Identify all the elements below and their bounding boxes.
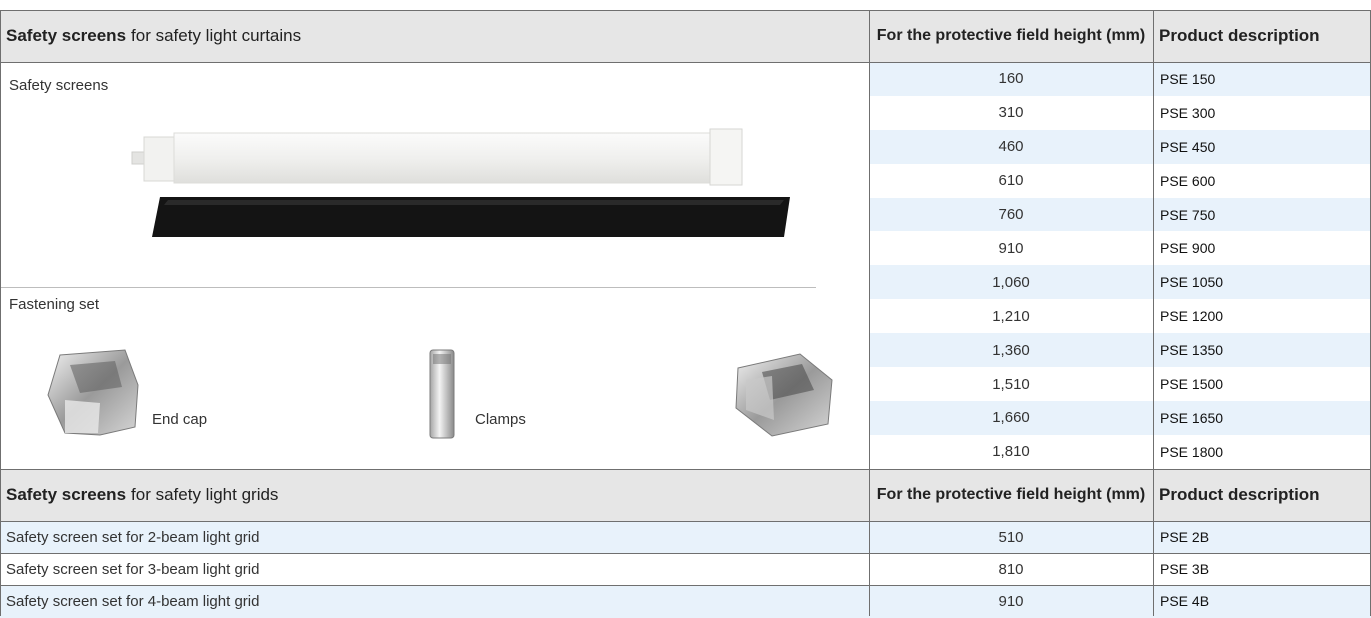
height-cell: 910 [869,585,1153,618]
description-cell: PSE 4B [1153,585,1371,618]
description-cell: PSE 1350 [1153,333,1371,368]
height-cell: 160 [869,62,1153,96]
section2-header-title: Safety screens for safety light grids [0,469,869,521]
section1-col-height-header: For the protective field height (mm) [869,10,1153,62]
grid-line [869,10,870,616]
section1-header-title: Safety screens for safety light curtains [0,10,869,62]
grid-line [0,469,1371,470]
end-cap-right-image [735,353,833,437]
section2-col-height-header: For the protective field height (mm) [869,469,1153,521]
description-cell: PSE 450 [1153,129,1371,164]
height-cell: 310 [869,95,1153,130]
label-clamps: Clamps [475,411,526,428]
section1-title-bold: Safety screens [6,26,127,45]
label-cell: Safety screen set for 4-beam light grid [0,585,869,618]
description-cell: PSE 2B [1153,521,1371,554]
height-cell: 510 [869,521,1153,554]
height-cell: 1,060 [869,265,1153,300]
clamp-image [429,349,455,439]
safety-screen-image [131,128,790,237]
height-cell: 810 [869,553,1153,586]
description-cell: PSE 900 [1153,231,1371,266]
grid-line [0,10,1,616]
description-cell: PSE 1650 [1153,401,1371,435]
height-cell: 1,510 [869,367,1153,401]
description-cell: PSE 1050 [1153,265,1371,300]
label-cell: Safety screen set for 3-beam light grid [0,553,869,586]
description-cell: PSE 1800 [1153,434,1371,469]
height-cell: 760 [869,197,1153,232]
grid-line [0,521,1371,522]
description-cell: PSE 1500 [1153,367,1371,401]
grid-line [0,553,1371,555]
description-cell: PSE 3B [1153,553,1371,586]
description-cell: PSE 150 [1153,62,1371,96]
label-safety-screens: Safety screens [9,77,109,94]
label-cell: Safety screen set for 2-beam light grid [0,521,869,554]
label-end-cap: End cap [152,411,208,428]
description-cell: PSE 750 [1153,197,1371,232]
section2-col-desc-header: Product description [1153,469,1371,521]
grid-line [0,585,1371,587]
description-cell: PSE 1200 [1153,299,1371,334]
label-fastening-set: Fastening set [9,296,100,313]
section2-title-rest: for safety light grids [131,485,279,504]
height-cell: 460 [869,129,1153,164]
section2-title-bold: Safety screens [6,485,127,504]
grid-line [0,62,1371,63]
height-cell: 610 [869,163,1153,198]
height-cell: 910 [869,231,1153,266]
end-cap-image [47,349,139,436]
height-cell: 1,210 [869,299,1153,334]
section1-col-desc-header: Product description [1153,10,1371,62]
section1-title-rest: for safety light curtains [131,26,302,45]
height-cell: 1,360 [869,333,1153,368]
image-divider [0,287,816,288]
grid-line [0,10,1371,11]
description-cell: PSE 300 [1153,95,1371,130]
description-cell: PSE 600 [1153,163,1371,198]
height-cell: 1,660 [869,401,1153,435]
height-cell: 1,810 [869,434,1153,469]
grid-line [1153,10,1154,616]
